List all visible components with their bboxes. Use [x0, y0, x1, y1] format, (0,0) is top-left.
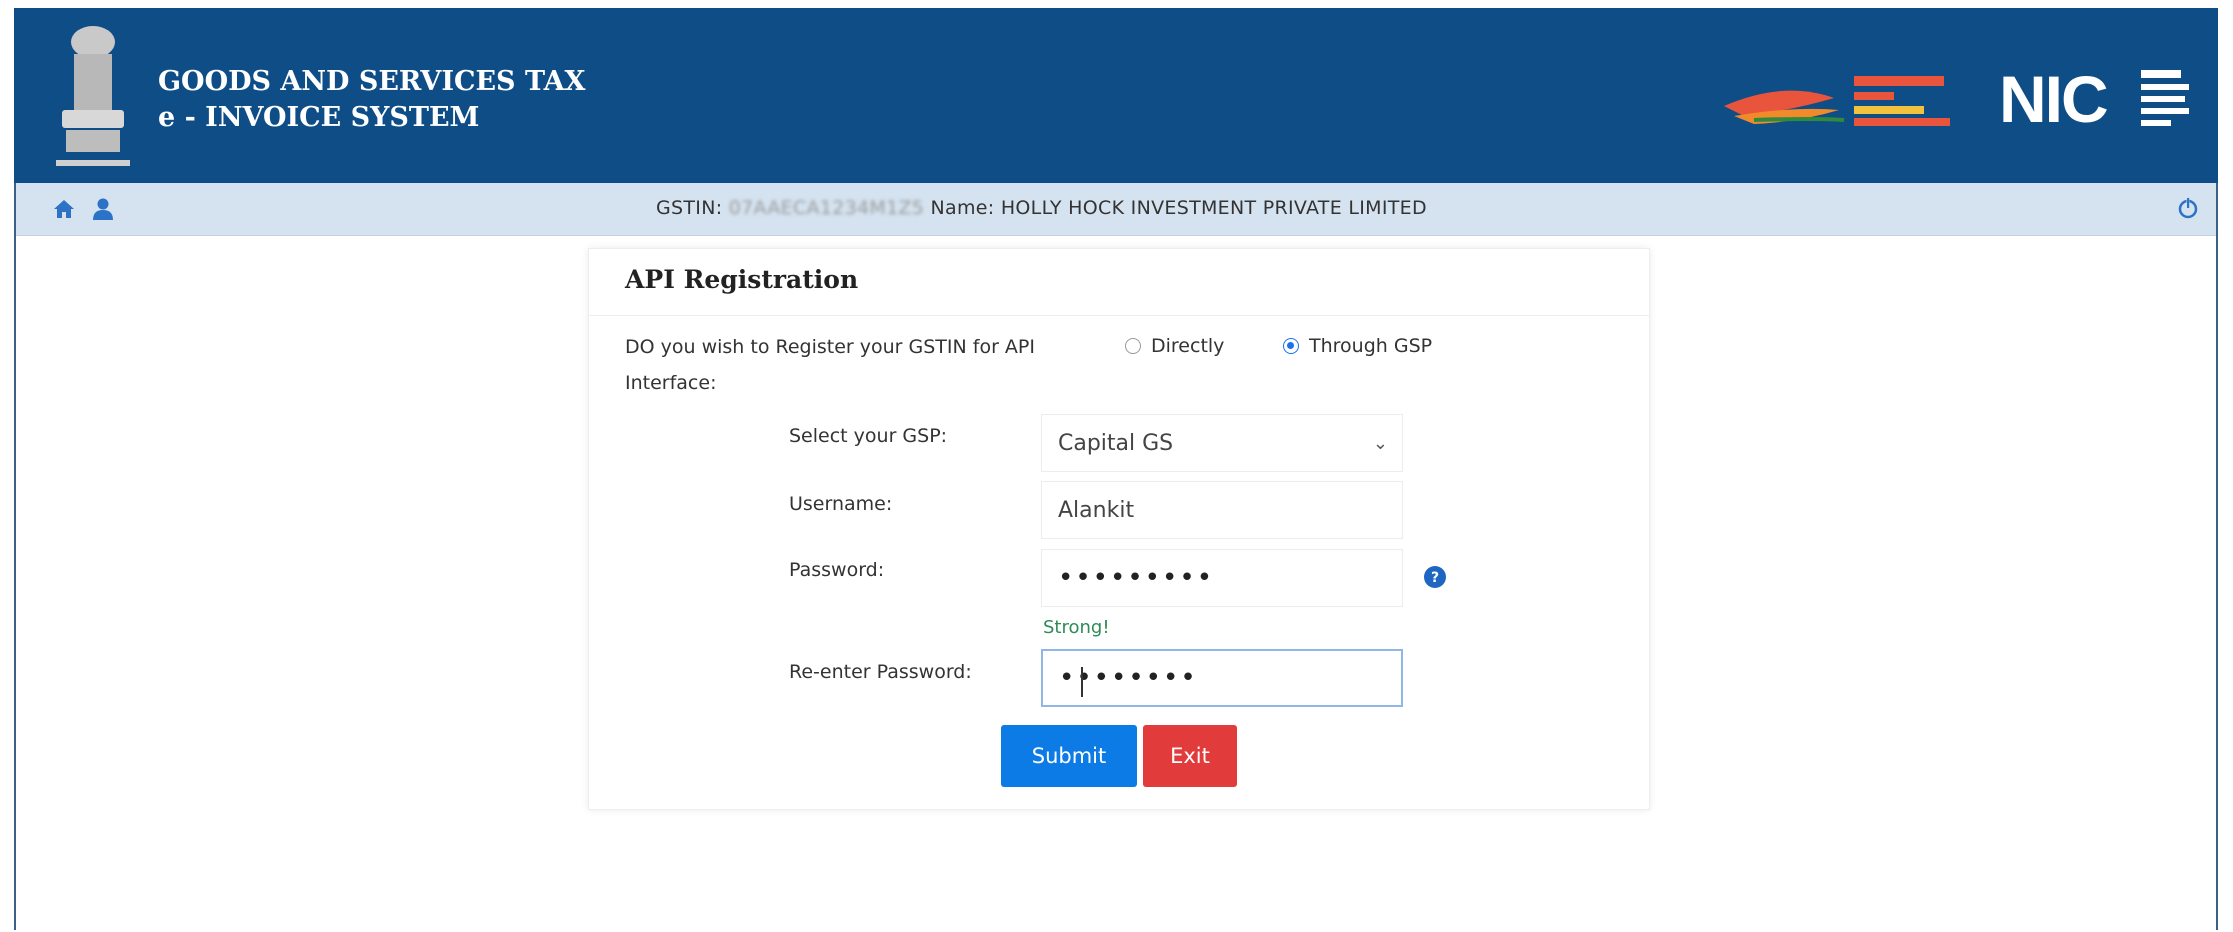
reenter-password-input[interactable]: •••••••• — [1041, 649, 1403, 707]
radio-directly[interactable]: Directly — [1125, 335, 1224, 357]
exit-button[interactable]: Exit — [1143, 725, 1237, 787]
azadi-logo-icon — [1724, 76, 1950, 126]
svg-text:?: ? — [1431, 570, 1439, 586]
gstin-label: GSTIN: — [656, 197, 723, 219]
site-title: GOODS AND SERVICES TAX e - INVOICE SYSTE… — [158, 64, 585, 136]
user-icon[interactable] — [92, 197, 114, 221]
svg-text:NIC: NIC — [1999, 62, 2107, 136]
radio-through-gsp-circle[interactable] — [1283, 338, 1299, 354]
site-title-line1: GOODS AND SERVICES TAX — [158, 66, 586, 97]
password-label: Password: — [789, 559, 885, 581]
radio-directly-label: Directly — [1151, 335, 1225, 357]
password-strength: Strong! — [1043, 617, 1110, 638]
radio-directly-circle[interactable] — [1125, 338, 1141, 354]
site-header: GOODS AND SERVICES TAX e - INVOICE SYSTE… — [14, 8, 2218, 183]
submit-button[interactable]: Submit — [1001, 725, 1137, 787]
card-divider — [589, 315, 1649, 316]
card-title: API Registration — [625, 265, 859, 294]
chevron-down-icon: ⌄ — [1372, 432, 1388, 454]
nic-logo-icon: NIC — [1999, 62, 2189, 136]
password-input[interactable]: ••••••••• — [1041, 549, 1403, 607]
gsp-select[interactable]: Capital GS ⌄ — [1041, 414, 1403, 472]
user-info-bar: GSTIN: 07AAECA1234M1Z5 Name: HOLLY HOCK … — [16, 183, 2216, 236]
text-cursor — [1081, 667, 1083, 697]
company-name: HOLLY HOCK INVESTMENT PRIVATE LIMITED — [1000, 197, 1427, 219]
api-registration-card: API Registration DO you wish to Register… — [588, 248, 1650, 810]
home-icon[interactable] — [52, 197, 76, 221]
site-title-line2: e - INVOICE SYSTEM — [158, 102, 480, 133]
reenter-password-value: •••••••• — [1059, 663, 1198, 693]
username-input[interactable]: Alankit — [1041, 481, 1403, 539]
password-value: ••••••••• — [1058, 563, 1215, 593]
gsp-select-value: Capital GS — [1058, 430, 1174, 456]
gstin-name-line: GSTIN: 07AAECA1234M1Z5 Name: HOLLY HOCK … — [656, 197, 1427, 219]
reenter-password-label: Re-enter Password: — [789, 661, 972, 683]
gsp-select-label: Select your GSP: — [789, 425, 948, 447]
radio-through-gsp-label: Through GSP — [1309, 335, 1433, 357]
gstin-value: 07AAECA1234M1Z5 — [728, 197, 925, 219]
radio-through-gsp[interactable]: Through GSP — [1283, 335, 1432, 357]
power-icon[interactable] — [2176, 196, 2200, 220]
national-emblem-icon — [56, 26, 130, 166]
username-label: Username: — [789, 493, 893, 515]
name-label: Name: — [930, 197, 995, 219]
register-question: DO you wish to Register your GSTIN for A… — [625, 336, 1035, 394]
help-icon[interactable]: ? — [1423, 565, 1447, 589]
username-value: Alankit — [1058, 497, 1135, 523]
